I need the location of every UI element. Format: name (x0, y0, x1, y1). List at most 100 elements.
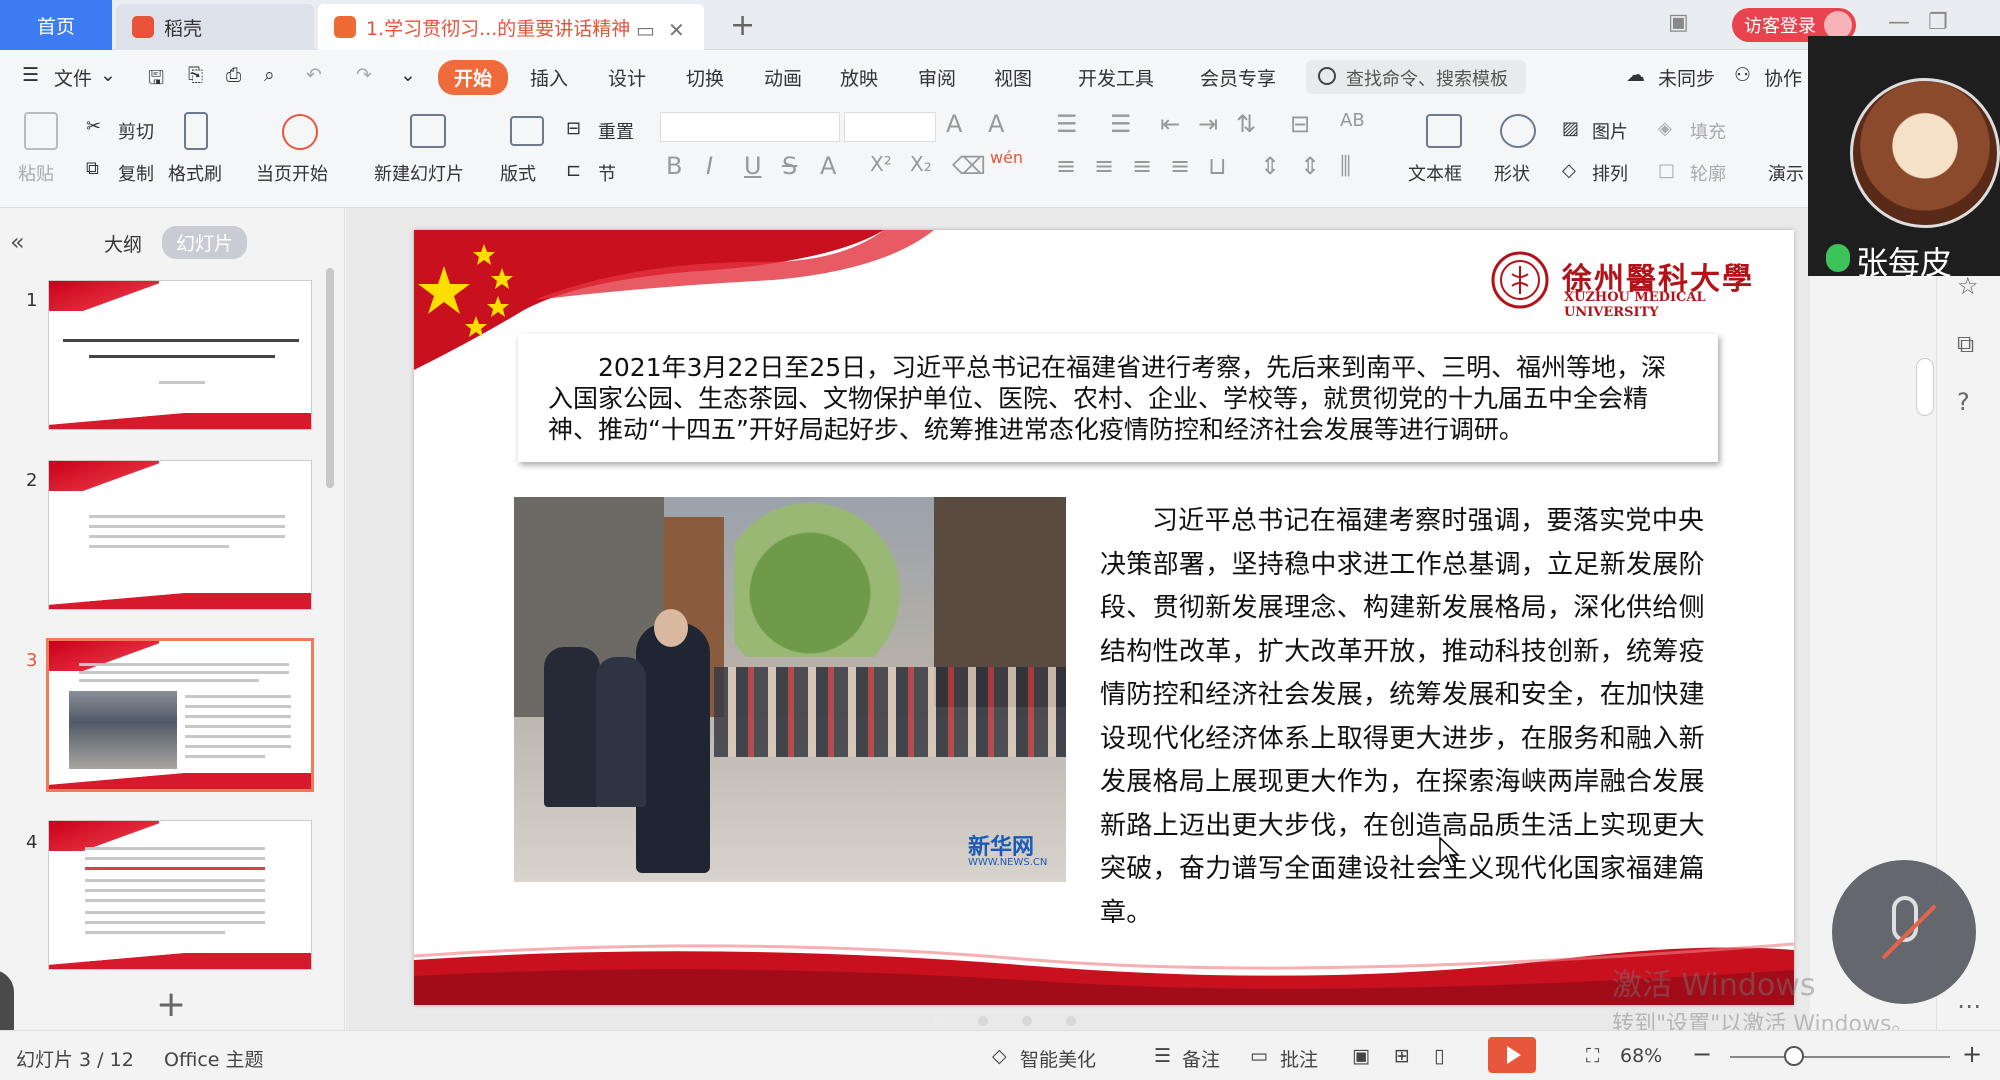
increase-font-icon[interactable]: A (946, 110, 962, 138)
menu-transition[interactable]: 切换 (686, 64, 724, 91)
menu-review[interactable]: 审阅 (918, 64, 956, 91)
print-preview-icon[interactable]: ⌕ (264, 64, 275, 86)
pane-scrollbar[interactable] (326, 268, 334, 488)
menu-view[interactable]: 视图 (994, 64, 1032, 91)
fit-window-icon[interactable]: ⛶ (1586, 1045, 1599, 1067)
section-button[interactable]: 节 (598, 160, 616, 186)
layout-button[interactable]: 版式 (500, 160, 536, 186)
align-right-icon[interactable]: ≡ (1132, 152, 1152, 180)
paste-icon[interactable] (24, 112, 58, 150)
italic-icon[interactable]: I (706, 152, 713, 180)
font-color-icon[interactable]: A (820, 152, 836, 180)
textbox-icon[interactable] (1426, 114, 1462, 148)
smart-beautify-button[interactable]: 智能美化 (1020, 1045, 1096, 1072)
chevron-down-icon[interactable]: ⌄ (100, 64, 116, 86)
play-slideshow-button[interactable] (1488, 1037, 1536, 1073)
zoom-slider-knob[interactable] (1784, 1046, 1804, 1066)
play-from-current-icon[interactable] (282, 114, 318, 150)
outline-button[interactable]: 轮廓 (1690, 160, 1726, 186)
phonetic-icon[interactable]: wén (990, 148, 1023, 167)
format-painter-button[interactable]: 格式刷 (168, 160, 222, 186)
comments-button[interactable]: 批注 (1280, 1045, 1318, 1072)
print-icon[interactable]: ⎙ (226, 64, 241, 86)
menu-slideshow[interactable]: 放映 (840, 64, 878, 91)
add-slide-button[interactable]: + (156, 984, 186, 1025)
notes-button[interactable]: 备注 (1182, 1045, 1220, 1072)
restore-icon[interactable]: ❐ (1928, 10, 1948, 35)
paste-button[interactable]: 粘贴 (18, 160, 54, 186)
font-family-select[interactable] (660, 112, 840, 142)
screen-icon[interactable]: ▭ (636, 18, 655, 42)
save-icon[interactable]: 🖫 (148, 64, 164, 96)
slide-thumbnail-2[interactable] (48, 460, 312, 610)
font-size-select[interactable] (844, 112, 936, 142)
underline-icon[interactable]: U (744, 152, 762, 180)
line-spacing-icon[interactable]: ⇕ (1260, 152, 1280, 180)
redo-icon[interactable]: ↷ (356, 64, 372, 86)
arrange-button[interactable]: 排列 (1592, 160, 1628, 186)
shape-icon[interactable] (1500, 114, 1536, 148)
reading-view-icon[interactable]: ▯ (1434, 1045, 1444, 1067)
menu-home[interactable]: 开始 (438, 60, 509, 95)
new-slide-button[interactable]: 新建幻灯片 (374, 160, 464, 186)
cut-button[interactable]: 剪切 (118, 118, 154, 144)
animation-icon[interactable]: ☆ (1957, 272, 1979, 300)
canvas-scrollbar[interactable] (1916, 358, 1934, 416)
align-text-icon[interactable]: ⊟ (1290, 110, 1310, 138)
zoom-level[interactable]: 68% (1620, 1045, 1662, 1067)
textbox-button[interactable]: 文本框 (1408, 160, 1462, 186)
tab-document[interactable]: 1.学习贯彻习...的重要讲话精神 ▭ ✕ (318, 4, 704, 50)
zoom-out-button[interactable]: − (1692, 1040, 1712, 1068)
numbering-icon[interactable]: ☰ (1110, 110, 1132, 138)
subscript-icon[interactable]: X₂ (910, 152, 932, 176)
command-search-input[interactable]: 查找命令、搜索模板 (1306, 60, 1526, 94)
slide-thumbnail-4[interactable] (48, 820, 312, 970)
strikethrough-icon[interactable]: S (782, 152, 797, 180)
tab-docer[interactable]: 稻壳 (116, 4, 314, 50)
shape-button[interactable]: 形状 (1494, 160, 1530, 186)
slide-sorter-icon[interactable]: ⊞ (1394, 1045, 1410, 1067)
outline-tab[interactable]: 大纲 (104, 230, 142, 257)
decrease-font-icon[interactable]: A (988, 110, 1004, 138)
tab-home[interactable]: 首页 (0, 0, 112, 50)
minimize-icon[interactable]: — (1888, 10, 1910, 35)
video-call-panel[interactable]: 张每皮 (1808, 36, 2000, 282)
new-tab-button[interactable]: + (730, 8, 755, 43)
new-slide-icon[interactable] (410, 114, 446, 148)
help-icon[interactable]: ? (1957, 388, 1970, 416)
current-slide[interactable]: 徐州醫科大學 XUZHOU MEDICAL UNIVERSITY 2021年3月… (414, 230, 1794, 1005)
export-icon[interactable]: ⎘ (188, 64, 203, 86)
justify-icon[interactable]: ≡ (1170, 152, 1190, 180)
collab-button[interactable]: 协作 (1764, 64, 1802, 91)
sync-status[interactable]: 未同步 (1658, 64, 1715, 91)
undo-icon[interactable]: ↶ (306, 64, 322, 86)
slide-thumbnail-1[interactable] (48, 280, 312, 430)
present-button[interactable]: 演示 (1768, 160, 1804, 186)
distribute-icon[interactable]: ⊔ (1208, 152, 1227, 180)
align-center-icon[interactable]: ≡ (1094, 152, 1114, 180)
zoom-in-button[interactable]: + (1962, 1040, 1982, 1068)
page-count-icon[interactable]: ▣ (1668, 10, 1689, 35)
decrease-indent-icon[interactable]: ⇤ (1160, 110, 1180, 138)
bold-icon[interactable]: B (666, 152, 682, 180)
align-left-icon[interactable]: ≡ (1056, 152, 1076, 180)
menu-design[interactable]: 设计 (608, 64, 646, 91)
more-icon[interactable]: ⋯ (1957, 992, 1981, 1020)
slide-thumbnail-3-selected[interactable] (46, 638, 314, 792)
menu-animation[interactable]: 动画 (764, 64, 802, 91)
paragraph-spacing-icon[interactable]: ⇕ (1300, 152, 1320, 180)
slides-tab[interactable]: 幻灯片 (162, 226, 248, 259)
increase-indent-icon[interactable]: ⇥ (1198, 110, 1218, 138)
clear-format-icon[interactable]: ⌫ (952, 152, 986, 180)
copy-button[interactable]: 复制 (118, 160, 154, 186)
normal-view-icon[interactable]: ▣ (1352, 1045, 1370, 1067)
close-tab-icon[interactable]: ✕ (668, 18, 685, 42)
theme-name[interactable]: Office 主题 (164, 1045, 264, 1072)
zoom-slider-track[interactable] (1730, 1056, 1950, 1058)
collapse-pane-icon[interactable]: « (10, 228, 25, 256)
superscript-icon[interactable]: X² (870, 152, 892, 176)
reset-button[interactable]: 重置 (598, 118, 634, 144)
picture-button[interactable]: 图片 (1592, 118, 1628, 144)
columns-icon[interactable]: ⫼ (1340, 152, 1351, 180)
convert-to-smartart-icon[interactable]: AB (1340, 110, 1365, 131)
